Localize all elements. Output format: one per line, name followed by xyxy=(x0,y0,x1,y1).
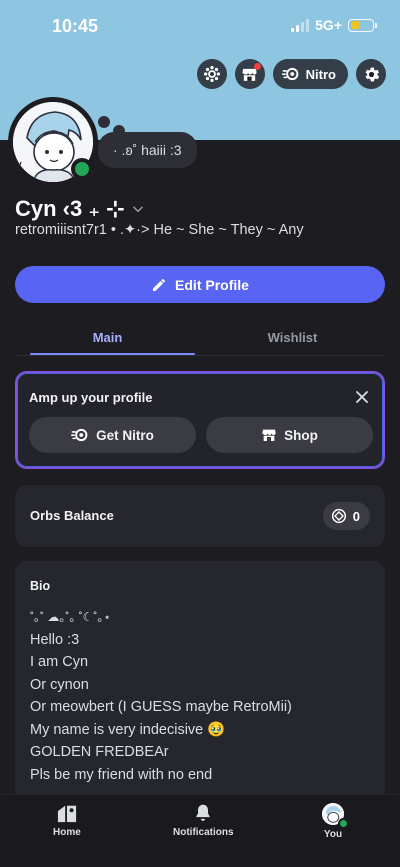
nav-you-label: You xyxy=(323,829,343,840)
bio-line: GOLDEN FREDBEAr xyxy=(30,744,169,760)
bio-title: Bio xyxy=(30,579,51,593)
header-actions: Nitro xyxy=(196,59,386,89)
shop-button[interactable] xyxy=(234,59,265,89)
battery-icon xyxy=(348,18,377,32)
nav-you[interactable]: You xyxy=(322,803,349,840)
flower-decoration-button[interactable] xyxy=(196,59,227,89)
tabs-divider xyxy=(15,355,385,356)
notification-dot xyxy=(253,63,261,70)
bio-line: Pls be my friend with no end xyxy=(30,766,213,783)
bio-line: My name is very indecisive 🥹 xyxy=(30,721,226,738)
shop-label: Shop xyxy=(284,427,318,443)
bio-line: ˚｡˚ ☁｡˚｡ ˚☾˚｡⋆ xyxy=(30,610,111,624)
nav-notifications[interactable]: Notifications xyxy=(173,803,234,838)
close-card-button[interactable] xyxy=(353,388,371,406)
online-status-indicator xyxy=(71,158,93,180)
status-bar: 10:45 5G+ xyxy=(0,0,400,52)
shop-card-button[interactable]: Shop xyxy=(206,417,373,453)
status-indicators: 5G+ xyxy=(291,17,377,33)
nav-home[interactable]: Home xyxy=(53,803,81,838)
nav-home-label: Home xyxy=(53,827,81,838)
edit-profile-button[interactable]: Edit Profile xyxy=(15,266,385,303)
nitro-button[interactable]: Nitro xyxy=(272,59,348,89)
home-icon xyxy=(57,805,76,823)
orbs-balance-pill: 0 xyxy=(322,502,370,530)
bio-text: ˚｡˚ ☁｡˚｡ ˚☾˚｡⋆ Hello :3 I am Cyn Or cyno… xyxy=(30,606,292,786)
status-time: 10:45 xyxy=(52,16,99,36)
custom-status-text: · .ʚ˚ haiii :3 xyxy=(113,142,182,158)
nitro-icon xyxy=(71,428,88,442)
flower-decoration-icon xyxy=(203,65,220,83)
profile-tabs: Main Wishlist xyxy=(15,318,385,356)
shop-icon xyxy=(262,429,276,441)
pencil-icon xyxy=(153,278,166,291)
amp-card-title: Amp up your profile xyxy=(29,390,153,405)
bio-card: Bio ˚｡˚ ☁｡˚｡ ˚☾˚｡⋆ Hello :3 I am Cyn Or … xyxy=(15,561,385,801)
bio-line: Or cynon xyxy=(30,676,89,693)
tab-wishlist[interactable]: Wishlist xyxy=(200,318,385,356)
tab-main[interactable]: Main xyxy=(15,318,200,356)
orbs-balance-value: 0 xyxy=(352,508,360,524)
username-pronouns: retromiiisnt7r1 • .✦·> He ~ She ~ They ~… xyxy=(15,222,304,238)
bio-line: I am Cyn xyxy=(30,654,89,670)
display-name: Cyn ‹3 ₊ ⊹ xyxy=(15,196,125,221)
get-nitro-label: Get Nitro xyxy=(96,427,154,443)
close-icon xyxy=(356,391,368,403)
settings-gear-icon xyxy=(364,67,379,81)
nav-notifications-label: Notifications xyxy=(173,827,234,838)
nav-avatar xyxy=(322,803,349,829)
edit-profile-label: Edit Profile xyxy=(175,276,249,293)
orb-icon xyxy=(331,508,346,524)
network-label: 5G+ xyxy=(315,17,342,33)
orbs-balance-card[interactable]: Orbs Balance 0 xyxy=(15,485,385,547)
chevron-down-icon xyxy=(132,206,143,213)
bio-line: Hello :3 xyxy=(30,631,80,648)
nitro-icon xyxy=(281,67,299,81)
get-nitro-button[interactable]: Get Nitro xyxy=(29,417,196,453)
bell-icon xyxy=(196,804,210,821)
nitro-label: Nitro xyxy=(305,66,336,82)
orbs-balance-label: Orbs Balance xyxy=(30,508,114,523)
amp-up-profile-card: Amp up your profile Get Nitro Shop xyxy=(15,371,385,469)
thought-bubble-dot xyxy=(98,116,110,128)
bottom-navigation: Home Notifications You xyxy=(0,794,400,867)
display-name-row[interactable]: Cyn ‹3 ₊ ⊹ xyxy=(15,196,145,222)
custom-status[interactable]: · .ʚ˚ haiii :3 xyxy=(98,132,197,168)
signal-icon xyxy=(291,18,310,32)
bio-line: Or meowbert (I GUESS maybe RetroMii) xyxy=(30,699,292,715)
settings-button[interactable] xyxy=(356,59,386,89)
nav-online-indicator xyxy=(338,818,349,829)
